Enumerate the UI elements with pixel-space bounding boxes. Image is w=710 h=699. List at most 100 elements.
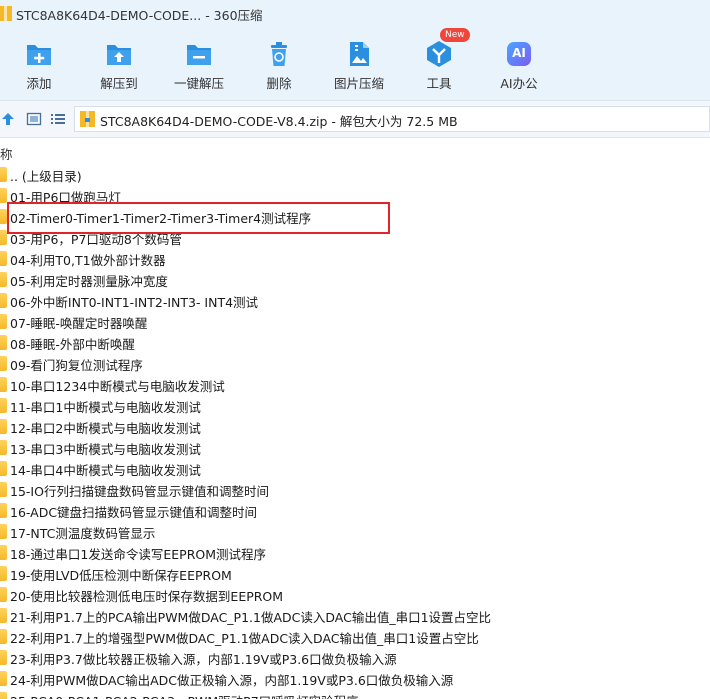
folder-icon [0,608,7,623]
folder-icon [0,314,7,329]
file-name: 04-利用T0,T1做外部计数器 [10,253,166,268]
file-list-row[interactable]: 13-串口3中断模式与电脑收发测试 [0,437,710,458]
file-name: 16-ADC键盘扫描数码管显示键值和调整时间 [10,505,258,520]
file-list-row[interactable]: 21-利用P1.7上的PCA输出PWM做DAC_P1.1做ADC读入DAC输出值… [0,605,710,626]
file-name: 20-使用比较器检测低电压时保存数据到EEPROM [10,589,284,604]
column-header: 称 [0,141,710,163]
folder-icon [0,188,7,203]
folder-icon [0,398,7,413]
file-name: 12-串口2中断模式与电脑收发测试 [10,421,201,436]
delete-icon [271,42,287,66]
delete-label: 删除 [266,76,292,91]
up-arrow-icon[interactable] [0,111,16,127]
file-name: 05-利用定时器测量脉冲宽度 [10,274,168,289]
folder-icon [0,251,7,266]
folder-icon [0,545,7,560]
archive-app-icon [0,6,12,21]
file-list-row[interactable]: 03-用P6，P7口驱动8个数码管 [0,227,710,248]
folder-icon [0,482,7,497]
file-list-row[interactable]: 19-使用LVD低压检测中断保存EEPROM [0,563,710,584]
zip-file-icon [80,111,95,127]
folder-icon [0,629,7,644]
add-icon [27,45,51,65]
folder-icon [0,356,7,371]
extract-to-button[interactable]: 解压到 [84,28,154,100]
folder-icon [0,419,7,434]
folder-icon [0,335,7,350]
add-button[interactable]: 添加 [4,28,74,100]
file-name: 19-使用LVD低压检测中断保存EEPROM [10,568,232,583]
file-list-row[interactable]: 11-串口1中断模式与电脑收发测试 [0,395,710,416]
file-list-row[interactable]: 16-ADC键盘扫描数码管显示键值和调整时间 [0,500,710,521]
one-click-extract-icon [187,45,211,65]
file-list-row[interactable]: 20-使用比较器检测低电压时保存数据到EEPROM [0,584,710,605]
file-name: 01-用P6口做跑马灯 [10,190,121,205]
folder-icon [0,566,7,581]
file-list-row[interactable]: .. (上级目录) [0,164,710,185]
file-name: 10-串口1234中断模式与电脑收发测试 [10,379,225,394]
file-name: 23-利用P3.7做比较器正极输入源，内部1.19V或P3.6口做负极输入源 [10,652,397,667]
file-name: 07-睡眠-唤醒定时器唤醒 [10,316,148,331]
file-list-row[interactable]: 05-利用定时器测量脉冲宽度 [0,269,710,290]
file-list-row[interactable]: 02-Timer0-Timer1-Timer2-Timer3-Timer4测试程… [0,206,710,227]
extract-to-label: 解压到 [100,76,138,91]
file-name: 11-串口1中断模式与电脑收发测试 [10,400,201,415]
one-click-extract-button[interactable]: 一键解压 [164,28,234,100]
extract-to-icon [107,45,131,65]
file-list-row[interactable]: 01-用P6口做跑马灯 [0,185,710,206]
file-list: .. (上级目录) 01-用P6口做跑马灯 02-Timer0-Timer1-Tim… [0,164,710,699]
file-list-row[interactable]: 06-外中断INT0-INT1-INT2-INT3- INT4测试 [0,290,710,311]
file-name: 08-睡眠-外部中断唤醒 [10,337,135,352]
ai-office-button[interactable]: AI AI办公 [484,28,554,100]
file-name: 15-IO行列扫描键盘数码管显示键值和调整时间 [10,484,269,499]
view-details-icon[interactable] [26,111,42,127]
delete-button[interactable]: 删除 [244,28,314,100]
address-bar: STC8A8K64D4-DEMO-CODE-V8.4.zip - 解包大小为 7… [0,100,710,138]
one-click-extract-label: 一键解压 [173,76,224,91]
ai-office-label: AI办公 [500,76,538,91]
file-list-row[interactable]: 14-串口4中断模式与电脑收发测试 [0,458,710,479]
view-list-icon[interactable] [50,111,66,127]
folder-icon [0,524,7,539]
tools-label: 工具 [426,76,452,91]
file-list-row[interactable]: 08-睡眠-外部中断唤醒 [0,332,710,353]
path-field[interactable]: STC8A8K64D4-DEMO-CODE-V8.4.zip - 解包大小为 7… [74,106,710,132]
file-name: 09-看门狗复位测试程序 [10,358,143,373]
file-list-row[interactable]: 12-串口2中断模式与电脑收发测试 [0,416,710,437]
image-compress-button[interactable]: 图片压缩 [324,28,394,100]
file-name: .. (上级目录) [10,169,82,184]
file-list-row[interactable]: 25-PCA0-PCA1-PCA2-PCA3 - PWM驱动P7口呼吸灯实验程序 [0,689,710,699]
add-label: 添加 [26,76,52,91]
file-name: 17-NTC测温度数码管显示 [10,526,156,541]
file-name: 22-利用P1.7上的增强型PWM做DAC_P1.1做ADC读入DAC输出值_串… [10,631,479,646]
folder-icon [0,377,7,392]
file-list-row[interactable]: 07-睡眠-唤醒定时器唤醒 [0,311,710,332]
toolbar: 添加 解压到 一键解压 删除 图片压缩 工具 New AI AI办公 [0,28,710,100]
file-list-row[interactable]: 18-通过串口1发送命令读写EEPROM测试程序 [0,542,710,563]
column-name-header[interactable]: 称 [0,144,13,163]
new-badge: New [440,28,470,42]
file-name: 02-Timer0-Timer1-Timer2-Timer3-Timer4测试程… [10,211,312,226]
window-title: STC8A8K64D4-DEMO-CODE... - 360压缩 [16,8,263,23]
folder-icon [0,650,7,665]
file-name: 24-利用PWM做DAC输出ADC做正极输入源，内部1.19V或P3.6口做负极… [10,673,454,688]
file-list-row[interactable]: 23-利用P3.7做比较器正极输入源，内部1.19V或P3.6口做负极输入源 [0,647,710,668]
file-list-row[interactable]: 17-NTC测温度数码管显示 [0,521,710,542]
folder-icon [0,167,7,182]
file-list-row[interactable]: 22-利用P1.7上的增强型PWM做DAC_P1.1做ADC读入DAC输出值_串… [0,626,710,647]
folder-icon [0,692,7,699]
folder-icon [0,293,7,308]
app-window: STC8A8K64D4-DEMO-CODE... - 360压缩 添加 解压到 [0,0,710,699]
tools-icon [427,41,451,67]
folder-icon [0,272,7,287]
file-name: 21-利用P1.7上的PCA输出PWM做DAC_P1.1做ADC读入DAC输出值… [10,610,492,625]
file-list-row[interactable]: 10-串口1234中断模式与电脑收发测试 [0,374,710,395]
file-list-row[interactable]: 15-IO行列扫描键盘数码管显示键值和调整时间 [0,479,710,500]
folder-icon [0,461,7,476]
file-list-row[interactable]: 04-利用T0,T1做外部计数器 [0,248,710,269]
file-name: 25-PCA0-PCA1-PCA2-PCA3 - PWM驱动P7口呼吸灯实验程序 [10,691,359,699]
title-bar: STC8A8K64D4-DEMO-CODE... - 360压缩 [0,0,710,28]
file-list-row[interactable]: 24-利用PWM做DAC输出ADC做正极输入源，内部1.19V或P3.6口做负极… [0,668,710,689]
archive-path: STC8A8K64D4-DEMO-CODE-V8.4.zip - 解包大小为 7… [100,114,458,129]
file-list-row[interactable]: 09-看门狗复位测试程序 [0,353,710,374]
